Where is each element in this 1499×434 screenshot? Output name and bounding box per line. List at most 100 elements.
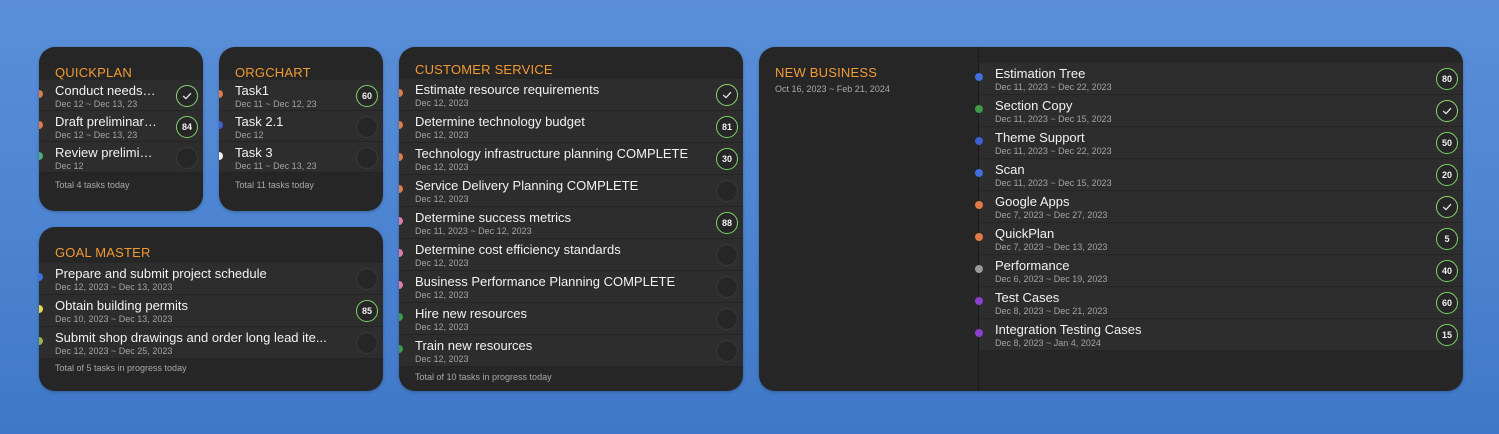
task-dates: Dec 8, 2023 ~ Jan 4, 2024: [995, 338, 1101, 348]
task-dates: Dec 8, 2023 ~ Dec 21, 2023: [995, 306, 1108, 316]
task-dates: Dec 12, 2023 ~ Dec 25, 2023: [55, 346, 173, 356]
progress-percent: 50: [1441, 138, 1452, 148]
status-circle[interactable]: [716, 180, 738, 202]
status-circle[interactable]: [716, 340, 738, 362]
task-name: Draft preliminary...: [55, 114, 159, 129]
project-color-dot: [975, 233, 983, 241]
task-name: Hire new resources: [415, 306, 527, 321]
task-dates: Dec 12, 2023 ~ Dec 13, 2023: [55, 282, 173, 292]
project-title: NEW BUSINESS: [775, 65, 878, 80]
task-dates: Dec 7, 2023 ~ Dec 13, 2023: [995, 242, 1108, 252]
task-dates: Dec 11, 2023 ~ Dec 12, 2023: [415, 226, 532, 236]
task-row[interactable]: Obtain building permits Dec 10, 2023 ~ De…: [39, 295, 383, 327]
task-row[interactable]: Task 2.1 Dec 12: [219, 111, 383, 142]
progress-ring[interactable]: 81: [716, 116, 738, 138]
status-circle[interactable]: [356, 116, 378, 138]
task-row[interactable]: Test Cases Dec 8, 2023 ~ Dec 21, 2023 60: [975, 287, 1463, 319]
task-row[interactable]: Technology infrastructure planning COMPL…: [399, 143, 743, 175]
task-row[interactable]: Hire new resources Dec 12, 2023: [399, 303, 743, 335]
status-circle[interactable]: [356, 147, 378, 169]
orgchart-widget[interactable]: ORGCHART Task1 Dec 11 ~ Dec 12, 23 60 Task …: [219, 47, 383, 211]
task-row[interactable]: Determine technology budget Dec 12, 2023 8…: [399, 111, 743, 143]
task-row[interactable]: Task1 Dec 11 ~ Dec 12, 23 60: [219, 80, 383, 111]
progress-ring[interactable]: 80: [1436, 68, 1458, 90]
project-color-dot: [975, 329, 983, 337]
progress-ring[interactable]: 85: [356, 300, 378, 322]
task-row[interactable]: Determine cost efficiency standards Dec 1…: [399, 239, 743, 271]
progress-percent: 30: [721, 154, 732, 164]
widget-footer: Total 11 tasks today: [235, 180, 314, 190]
task-row[interactable]: Estimation Tree Dec 11, 2023 ~ Dec 22, 20…: [975, 63, 1463, 95]
status-circle[interactable]: [356, 332, 378, 354]
project-color-dot: [399, 313, 403, 321]
task-row[interactable]: Draft preliminary... Dec 12 ~ Dec 13, 23 8…: [39, 111, 203, 142]
task-dates: Dec 11, 2023 ~ Dec 15, 2023: [995, 114, 1112, 124]
task-dates: Dec 10, 2023 ~ Dec 13, 2023: [55, 314, 173, 324]
task-row[interactable]: Google Apps Dec 7, 2023 ~ Dec 27, 2023: [975, 191, 1463, 223]
progress-percent: 60: [1441, 298, 1452, 308]
task-dates: Dec 7, 2023 ~ Dec 27, 2023: [995, 210, 1108, 220]
task-dates: Dec 12, 2023: [415, 322, 469, 332]
task-row[interactable]: Business Performance Planning COMPLETE De…: [399, 271, 743, 303]
customer-service-widget[interactable]: CUSTOMER SERVICE Estimate resource requi…: [399, 47, 743, 391]
task-row[interactable]: QuickPlan Dec 7, 2023 ~ Dec 13, 2023 5: [975, 223, 1463, 255]
task-name: Integration Testing Cases: [995, 322, 1142, 337]
task-row[interactable]: Conduct needs an...Dec 12 ~ Dec 13, 23: [39, 80, 203, 111]
progress-percent: 40: [1441, 266, 1452, 276]
task-row[interactable]: Train new resources Dec 12, 2023: [399, 335, 743, 367]
progress-ring[interactable]: 60: [1436, 292, 1458, 314]
project-color-dot: [39, 337, 43, 345]
new-business-widget[interactable]: NEW BUSINESS Oct 16, 2023 ~ Feb 21, 2024…: [759, 47, 1463, 391]
project-color-dot: [399, 249, 403, 257]
progress-percent: 85: [361, 306, 372, 316]
task-row[interactable]: Section Copy Dec 11, 2023 ~ Dec 15, 2023: [975, 95, 1463, 127]
widget-title: GOAL MASTER: [55, 245, 151, 260]
status-circle[interactable]: [356, 268, 378, 290]
task-row[interactable]: Performance Dec 6, 2023 ~ Dec 19, 2023 40: [975, 255, 1463, 287]
task-row[interactable]: Task 3 Dec 11 ~ Dec 13, 23: [219, 142, 383, 173]
progress-ring[interactable]: 40: [1436, 260, 1458, 282]
progress-ring[interactable]: 20: [1436, 164, 1458, 186]
progress-ring[interactable]: 50: [1436, 132, 1458, 154]
goalmaster-widget[interactable]: GOAL MASTER Prepare and submit project s…: [39, 227, 383, 391]
status-circle[interactable]: [176, 147, 198, 169]
task-name: Service Delivery Planning COMPLETE: [415, 178, 639, 193]
project-color-dot: [399, 217, 403, 225]
status-circle[interactable]: [716, 308, 738, 330]
progress-ring[interactable]: 5: [1436, 228, 1458, 250]
quickplan-widget[interactable]: QUICKPLAN Conduct needs an...Dec 12 ~ De…: [39, 47, 203, 211]
task-row[interactable]: Determine success metrics Dec 11, 2023 ~ …: [399, 207, 743, 239]
status-circle[interactable]: [716, 276, 738, 298]
task-name: Task 3: [235, 145, 273, 160]
task-dates: Dec 6, 2023 ~ Dec 19, 2023: [995, 274, 1108, 284]
task-row[interactable]: Review preliminar... Dec 12: [39, 142, 203, 173]
project-color-dot: [219, 152, 223, 160]
task-dates: Dec 12, 2023: [415, 98, 469, 108]
task-dates: Dec 12, 2023: [415, 162, 469, 172]
task-row[interactable]: Integration Testing Cases Dec 8, 2023 ~ J…: [975, 319, 1463, 351]
progress-ring[interactable]: 88: [716, 212, 738, 234]
task-dates: Dec 12: [235, 130, 264, 140]
complete-checkmark-icon[interactable]: [1436, 196, 1458, 218]
task-dates: Dec 12: [55, 161, 84, 171]
task-row[interactable]: Theme Support Dec 11, 2023 ~ Dec 22, 2023…: [975, 127, 1463, 159]
task-row[interactable]: Prepare and submit project schedule Dec 1…: [39, 263, 383, 295]
progress-ring[interactable]: 60: [356, 85, 378, 107]
task-name: Scan: [995, 162, 1025, 177]
complete-checkmark-icon[interactable]: [716, 84, 738, 106]
progress-percent: 80: [1441, 74, 1452, 84]
status-circle[interactable]: [716, 244, 738, 266]
task-dates: Dec 11, 2023 ~ Dec 22, 2023: [995, 146, 1112, 156]
task-name: Business Performance Planning COMPLETE: [415, 274, 676, 289]
progress-ring[interactable]: 15: [1436, 324, 1458, 346]
task-row[interactable]: Service Delivery Planning COMPLETE Dec 12…: [399, 175, 743, 207]
task-row[interactable]: Estimate resource requirements Dec 12, 20…: [399, 79, 743, 111]
task-dates: Dec 11 ~ Dec 13, 23: [235, 161, 317, 171]
progress-ring[interactable]: 30: [716, 148, 738, 170]
complete-checkmark-icon[interactable]: [1436, 100, 1458, 122]
project-color-dot: [39, 273, 43, 281]
progress-ring[interactable]: 84: [176, 116, 198, 138]
task-row[interactable]: Submit shop drawings and order long lead…: [39, 327, 383, 359]
complete-checkmark-icon[interactable]: [176, 85, 198, 107]
task-row[interactable]: Scan Dec 11, 2023 ~ Dec 15, 2023 20: [975, 159, 1463, 191]
